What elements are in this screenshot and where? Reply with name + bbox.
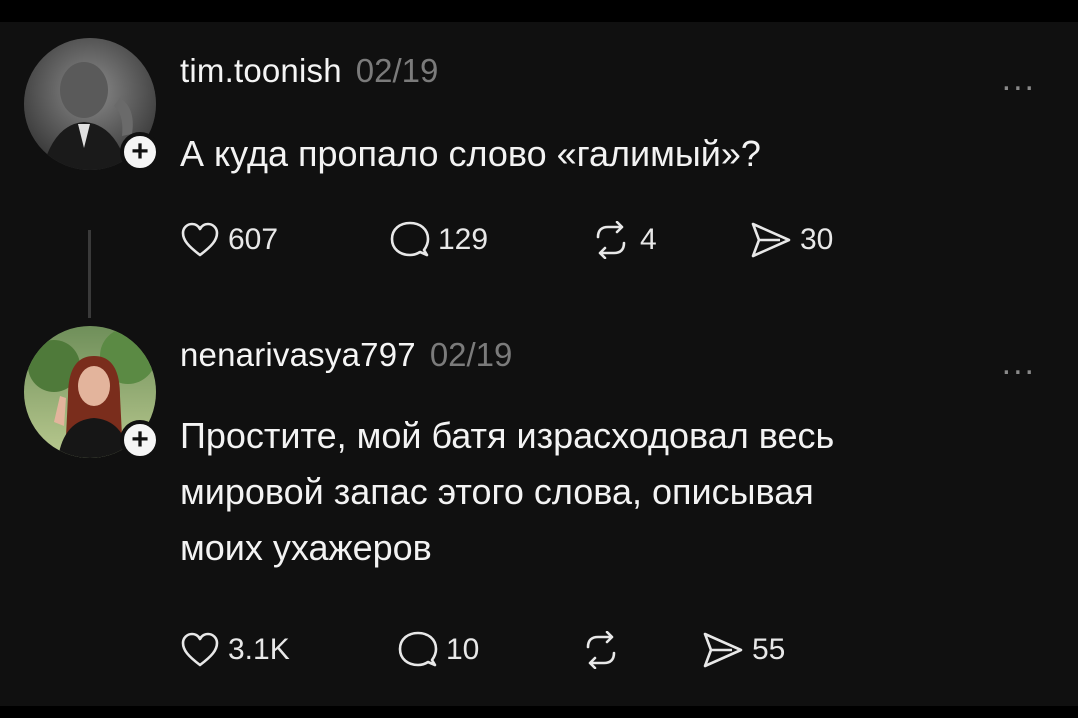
- like-count: 607: [228, 223, 279, 256]
- follow-button[interactable]: +: [120, 420, 160, 460]
- timestamp: 02/19: [355, 52, 439, 89]
- like-button[interactable]: 607: [180, 222, 390, 258]
- repost-button[interactable]: 4: [590, 221, 750, 259]
- send-icon: [703, 632, 743, 668]
- send-icon: [751, 222, 791, 258]
- action-bar: 3.1K 10 55: [180, 630, 785, 670]
- post-header: nenarivasya797 02/19: [180, 336, 512, 374]
- reply-button[interactable]: 10: [398, 630, 580, 670]
- repost-count: 4: [640, 223, 657, 256]
- like-button[interactable]: 3.1K: [180, 632, 398, 668]
- follow-button[interactable]: +: [120, 132, 160, 172]
- comment-icon: [398, 631, 438, 667]
- post-text: Простите, мой батя израсходовал весь мир…: [180, 415, 835, 568]
- post-header: tim.toonish 02/19: [180, 52, 438, 90]
- share-count: 55: [752, 633, 786, 666]
- action-bar: 607 129 4 30: [180, 220, 833, 260]
- more-options-button[interactable]: ...: [1002, 344, 1036, 383]
- reply-count: 129: [438, 223, 489, 256]
- post-text: А куда пропало слово «галимый»?: [180, 133, 761, 174]
- like-count: 3.1K: [228, 633, 290, 666]
- username[interactable]: nenarivasya797: [180, 336, 416, 374]
- more-options-button[interactable]: ...: [1002, 60, 1036, 99]
- repost-button[interactable]: [580, 631, 702, 669]
- avatar-container[interactable]: +: [24, 326, 160, 460]
- heart-icon: [181, 632, 219, 667]
- repost-icon: [596, 221, 626, 259]
- avatar-container[interactable]: +: [24, 38, 160, 172]
- username[interactable]: tim.toonish: [180, 52, 342, 90]
- reply-count: 10: [446, 633, 480, 666]
- feed-frame: + tim.toonish 02/19 ... А куда пропало с…: [0, 22, 1078, 706]
- repost-icon: [586, 631, 616, 669]
- share-button[interactable]: 30: [750, 221, 833, 259]
- comment-icon: [390, 221, 430, 257]
- reply-button[interactable]: 129: [390, 220, 590, 260]
- heart-icon: [181, 222, 219, 257]
- share-count: 30: [800, 223, 834, 256]
- thread-connector: [88, 230, 91, 318]
- timestamp: 02/19: [429, 336, 513, 373]
- share-button[interactable]: 55: [702, 631, 785, 669]
